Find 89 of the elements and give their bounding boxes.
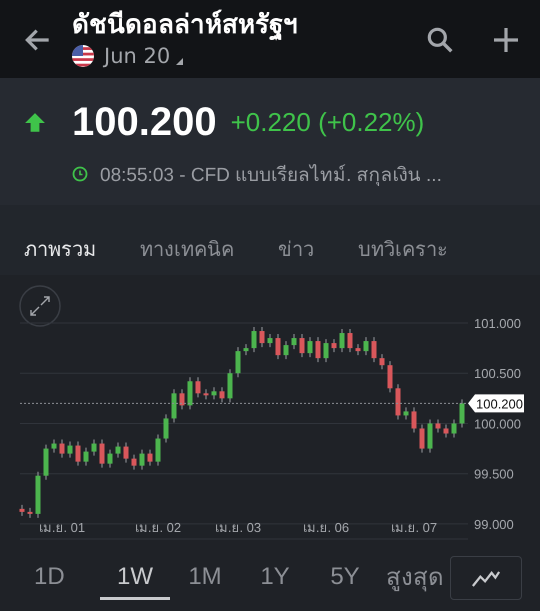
candlestick [268,334,272,348]
range-tab[interactable]: สูงสุด [380,551,450,605]
price-change: +0.220 (+0.22%) [230,107,424,138]
axis-label: เม.ย. 06 [302,520,350,535]
candlestick [364,336,368,356]
candlestick [436,418,440,433]
range-tab[interactable]: 5Y [310,556,380,600]
price: 100.200 [72,100,217,145]
candlestick [460,398,464,428]
candlestick [156,434,160,466]
candlestick [252,326,256,353]
candlestick [444,424,448,438]
candlestick [236,346,240,378]
candlestick [308,336,312,358]
candlestick [52,439,56,454]
candlestick [420,424,424,454]
candlestick [172,388,176,423]
candlestick [348,328,352,353]
range-tab[interactable]: 1Y [240,556,310,600]
candlestick [76,441,80,466]
flag-icon [72,45,94,67]
range-tab[interactable]: 1D [34,556,70,600]
clock-icon [72,166,88,182]
candlestick [108,449,112,468]
candlestick [228,368,232,403]
candlestick [260,326,264,348]
candlestick [396,384,400,420]
candlestick [116,442,120,458]
candlestick [356,344,360,356]
axis-label: 99.500 [474,466,514,482]
candlestick [60,439,64,458]
candlestick [164,414,168,444]
range-tab[interactable]: 1M [170,556,240,600]
line-chart-icon [471,568,501,588]
candlestick [220,386,224,403]
dropdown-icon [176,58,184,65]
candlestick [148,449,152,466]
candlestick [92,439,96,456]
candlestick [188,376,192,410]
axis-label: เม.ย. 07 [390,520,438,535]
candlestick [300,334,304,358]
tab[interactable]: บทวิเคราะ [358,233,448,265]
candlestick [412,406,416,433]
candlestick [84,447,88,466]
axis-label: เม.ย. 01 [38,520,86,535]
chart-type-button[interactable] [450,556,522,600]
axis-label: เม.ย. 02 [134,520,182,535]
candlestick [404,406,408,420]
candlestick [44,444,48,480]
axis-label: 101.000 [474,316,521,331]
quote-info: 08:55:03 - CFD แบบเรียลไทม์. สกุลเงิน ... [100,163,442,188]
range-tab[interactable]: 1W [100,556,170,600]
candlestick [388,360,392,393]
candlestick [244,344,248,356]
instrument-title: ดัชนีดอลล่าห์สหรัฐฯ [72,8,299,42]
contract-selector[interactable]: Jun 20 [104,44,170,68]
candlestick [36,471,40,518]
axis-label: 100.500 [474,366,521,382]
candlestick [332,338,336,353]
tab[interactable]: ทางเทคนิค [140,233,234,265]
axis-label: 100.000 [474,416,521,432]
candlestick [452,418,456,438]
candlestick [212,386,216,400]
candlestick [28,507,32,518]
ref-line-label: 100.200 [476,396,523,412]
candlestick [140,449,144,470]
candlestick [276,334,280,360]
candlestick [124,442,128,464]
tab[interactable]: ภาพรวม [24,233,96,265]
candlestick [20,504,24,516]
candlestick [100,439,104,468]
candlestick [372,336,376,363]
expand-icon[interactable] [19,285,61,327]
candlestick [316,336,320,363]
axis-label: 99.000 [474,516,514,532]
candlestick [204,388,208,400]
candlestick [196,376,200,398]
candlestick [324,338,328,363]
tab[interactable]: ข่าว [278,233,314,265]
candlestick [292,334,296,350]
candlestick [380,354,384,370]
candlestick [68,441,72,458]
candlestick [180,388,184,410]
candlestick [132,454,136,470]
candlestick [428,418,432,454]
axis-label: เม.ย. 03 [214,520,262,535]
candlestick [284,340,288,360]
price-tag: 100.200 [468,394,524,412]
candlestick [340,328,344,353]
